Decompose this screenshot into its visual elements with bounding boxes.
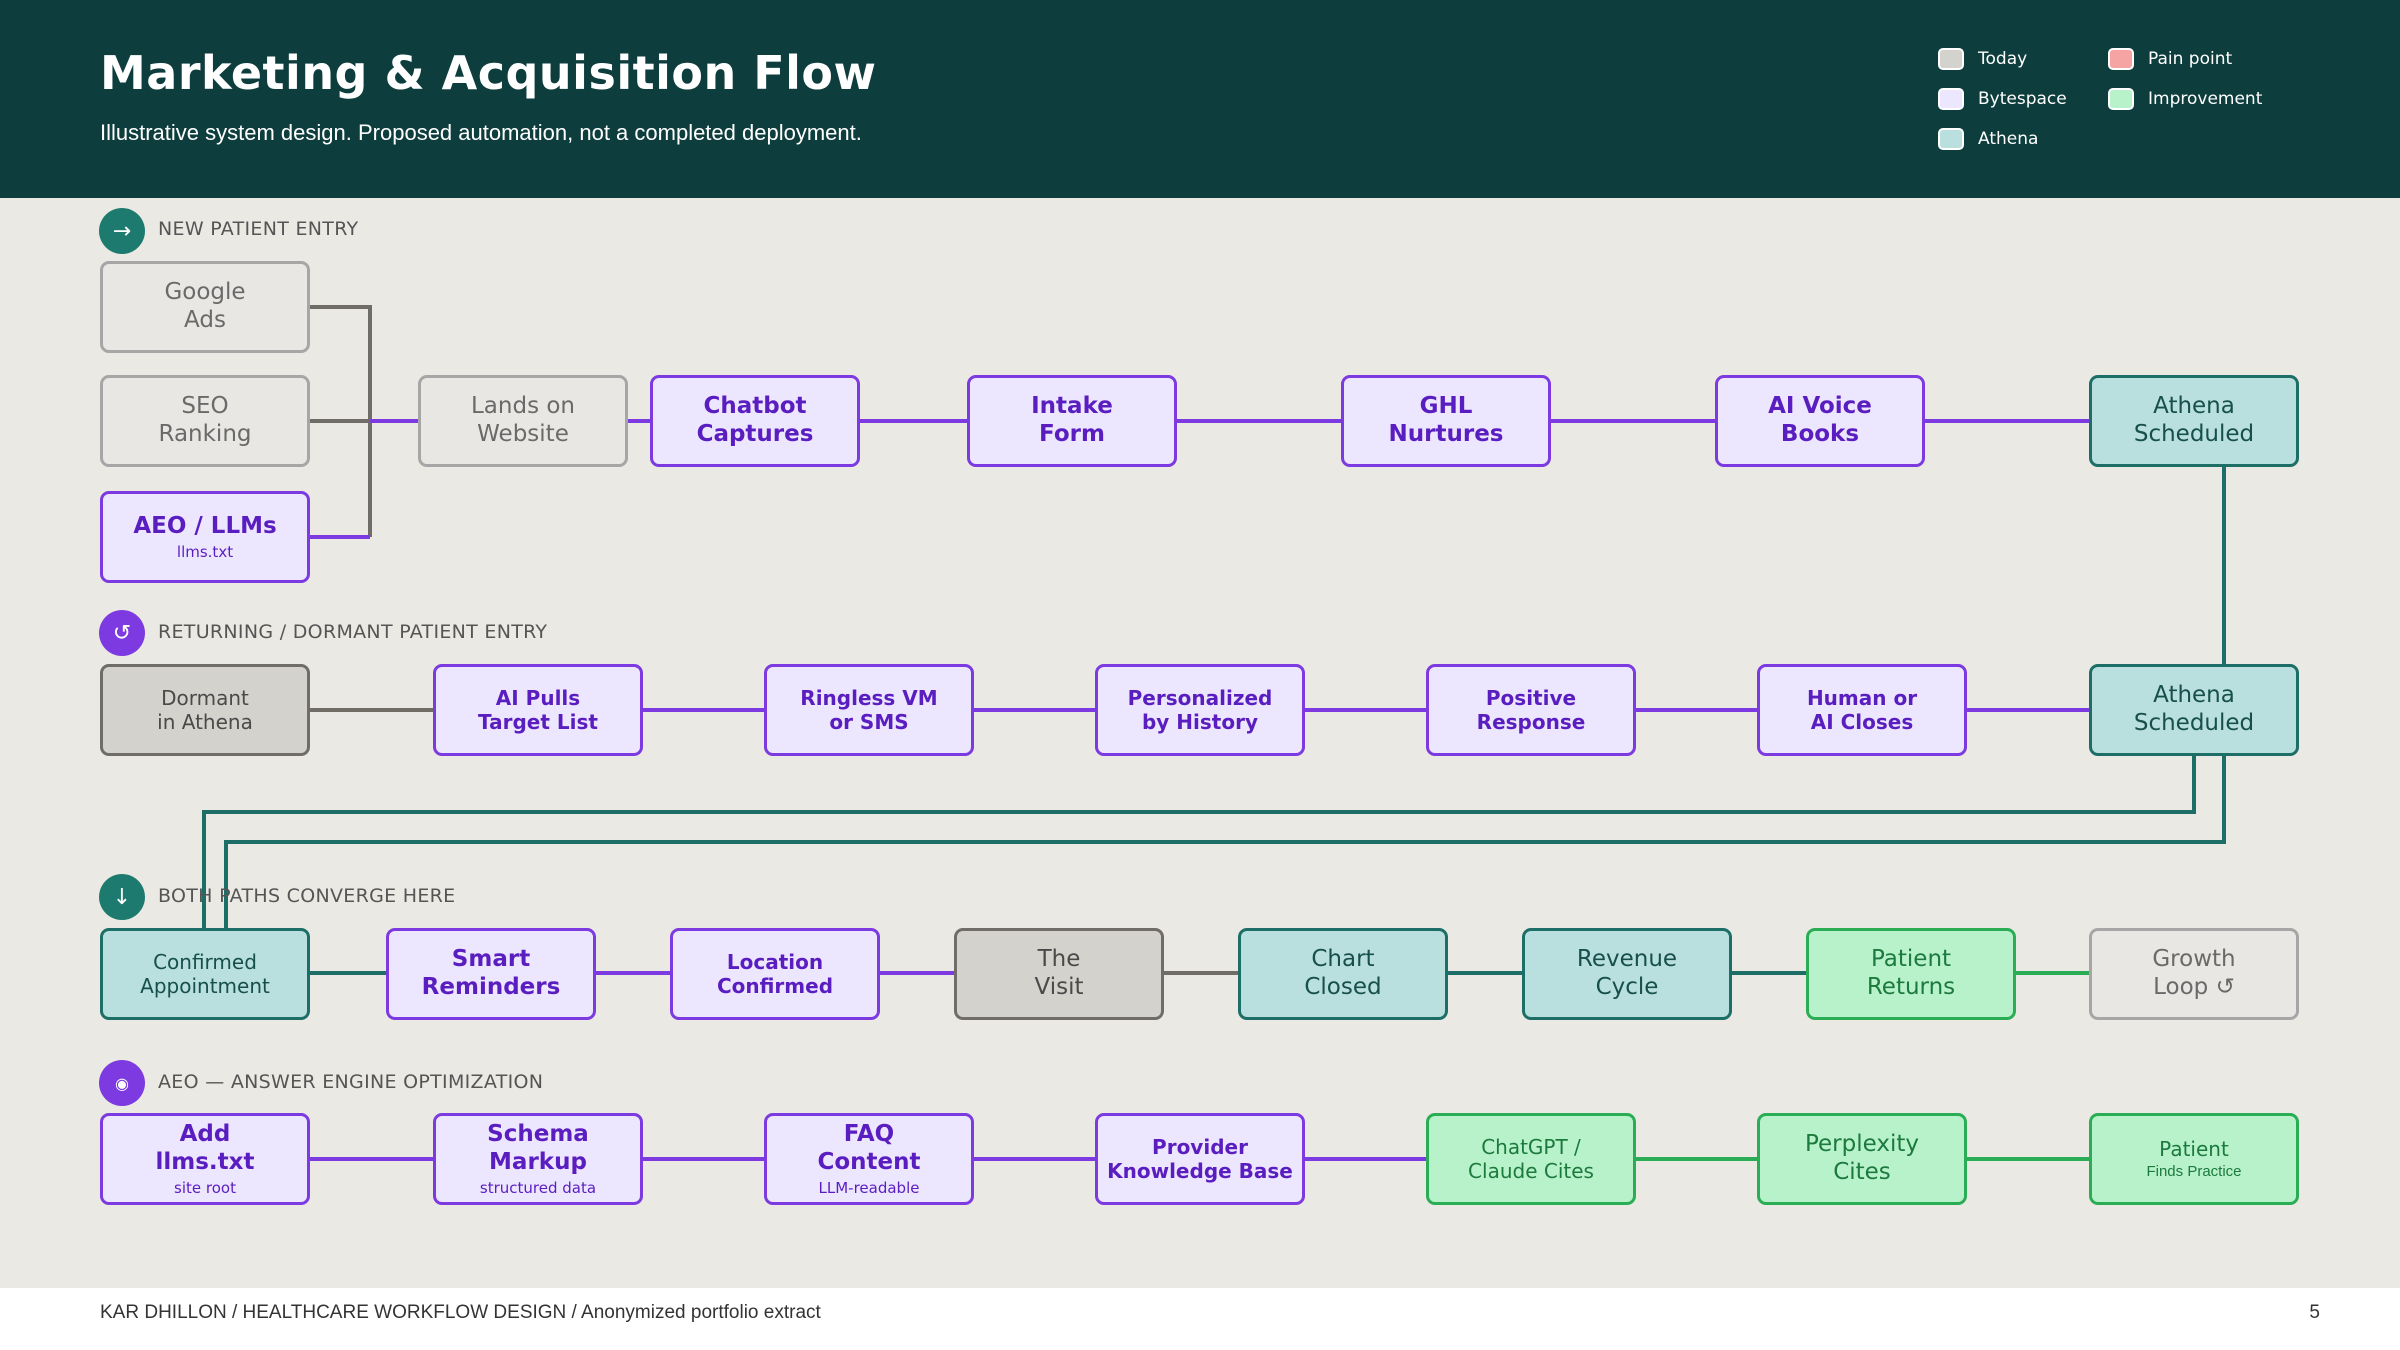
node-label: Smart Reminders	[421, 946, 561, 1000]
node-personalized[interactable]: Personalized by History	[1095, 664, 1305, 756]
page-number: 5	[2309, 1302, 2320, 1323]
node-perplexity-cites[interactable]: Perplexity Cites	[1757, 1113, 1967, 1205]
section-label-returning: RETURNING / DORMANT PATIENT ENTRY	[158, 621, 548, 643]
node-schema-markup[interactable]: Schema Markup structured data	[433, 1113, 643, 1205]
node-label: Confirmed Appointment	[140, 950, 270, 998]
node-sublabel: structured data	[479, 1178, 597, 1197]
node-lands-on-website[interactable]: Lands on Website	[418, 375, 628, 467]
node-label: Location Confirmed	[716, 950, 834, 998]
node-label: Ringless VM or SMS	[800, 686, 938, 734]
node-smart-reminders[interactable]: Smart Reminders	[386, 928, 596, 1020]
node-positive-response[interactable]: Positive Response	[1426, 664, 1636, 756]
node-faq-content[interactable]: FAQ Content LLM-readable	[764, 1113, 974, 1205]
node-revenue-cycle[interactable]: Revenue Cycle	[1522, 928, 1732, 1020]
node-label: Athena Scheduled	[2133, 393, 2255, 447]
node-intake-form[interactable]: Intake Form	[967, 375, 1177, 467]
node-label: The Visit	[1034, 946, 1084, 1000]
connector-converge-2	[224, 756, 2226, 928]
node-add-llms-txt[interactable]: Add llms.txt site root	[100, 1113, 310, 1205]
node-label: Athena Scheduled	[2133, 682, 2255, 736]
node-label: Human or AI Closes	[1806, 686, 1918, 734]
node-label: ChatGPT / Claude Cites	[1468, 1135, 1594, 1183]
node-ai-voice-books[interactable]: AI Voice Books	[1715, 375, 1925, 467]
node-ai-pulls-target-list[interactable]: AI Pulls Target List	[433, 664, 643, 756]
node-label: Chatbot Captures	[696, 393, 814, 447]
node-label: Patient	[2159, 1137, 2229, 1161]
node-label: Personalized by History	[1127, 686, 1273, 734]
section-label-converge: BOTH PATHS CONVERGE HERE	[158, 885, 456, 907]
node-label: Add llms.txt	[155, 1121, 255, 1175]
node-chatgpt-claude-cites[interactable]: ChatGPT / Claude Cites	[1426, 1113, 1636, 1205]
node-chart-closed[interactable]: Chart Closed	[1238, 928, 1448, 1020]
node-growth-loop[interactable]: Growth Loop ↺	[2089, 928, 2299, 1020]
node-sublabel: llms.txt	[176, 542, 234, 561]
node-label: AEO / LLMs	[133, 513, 277, 540]
node-dormant-in-athena[interactable]: Dormant in Athena	[100, 664, 310, 756]
arrow-down-icon: ↓	[99, 874, 145, 920]
section-label-new-entry: NEW PATIENT ENTRY	[158, 218, 359, 240]
node-label: FAQ Content	[817, 1121, 921, 1175]
node-athena-scheduled-1[interactable]: Athena Scheduled	[2089, 375, 2299, 467]
node-the-visit[interactable]: The Visit	[954, 928, 1164, 1020]
node-label: Intake Form	[1031, 393, 1113, 447]
node-seo-ranking[interactable]: SEO Ranking	[100, 375, 310, 467]
node-aeo-llms[interactable]: AEO / LLMs llms.txt	[100, 491, 310, 583]
node-label: Dormant in Athena	[157, 686, 253, 734]
node-label: AI Voice Books	[1768, 393, 1872, 447]
node-label: Lands on Website	[470, 393, 576, 447]
node-label: Google Ads	[164, 279, 246, 333]
node-label: Revenue Cycle	[1576, 946, 1678, 1000]
arrow-right-icon: →	[99, 208, 145, 254]
node-label: Perplexity Cites	[1804, 1131, 1920, 1185]
node-patient-returns[interactable]: Patient Returns	[1806, 928, 2016, 1020]
node-label: Chart Closed	[1304, 946, 1382, 1000]
section-label-aeo: AEO — ANSWER ENGINE OPTIMIZATION	[158, 1071, 544, 1093]
target-icon: ◉	[99, 1060, 145, 1106]
node-google-ads[interactable]: Google Ads	[100, 261, 310, 353]
node-ringless-vm[interactable]: Ringless VM or SMS	[764, 664, 974, 756]
node-chatbot-captures[interactable]: Chatbot Captures	[650, 375, 860, 467]
node-patient-finds-practice[interactable]: Patient Finds Practice	[2089, 1113, 2299, 1205]
node-sublabel: Finds Practice	[2146, 1163, 2242, 1180]
refresh-icon: ↺	[99, 610, 145, 656]
node-location-confirmed[interactable]: Location Confirmed	[670, 928, 880, 1020]
node-label: AI Pulls Target List	[478, 686, 598, 734]
node-athena-scheduled-2[interactable]: Athena Scheduled	[2089, 664, 2299, 756]
node-label: Growth Loop ↺	[2152, 946, 2236, 1000]
node-provider-knowledge-base[interactable]: Provider Knowledge Base	[1095, 1113, 1305, 1205]
node-sublabel: LLM-readable	[818, 1178, 920, 1197]
node-label: Positive Response	[1476, 686, 1586, 734]
node-label: Schema Markup	[487, 1121, 589, 1175]
node-confirmed-appointment[interactable]: Confirmed Appointment	[100, 928, 310, 1020]
node-label: Provider Knowledge Base	[1107, 1135, 1293, 1183]
node-ghl-nurtures[interactable]: GHL Nurtures	[1341, 375, 1551, 467]
node-sublabel: site root	[174, 1178, 236, 1197]
node-human-or-ai-closes[interactable]: Human or AI Closes	[1757, 664, 1967, 756]
node-label: Patient Returns	[1866, 946, 1956, 1000]
node-label: SEO Ranking	[158, 393, 252, 447]
footer-credit: KAR DHILLON / HEALTHCARE WORKFLOW DESIGN…	[100, 1302, 821, 1323]
node-label: GHL Nurtures	[1388, 393, 1504, 447]
